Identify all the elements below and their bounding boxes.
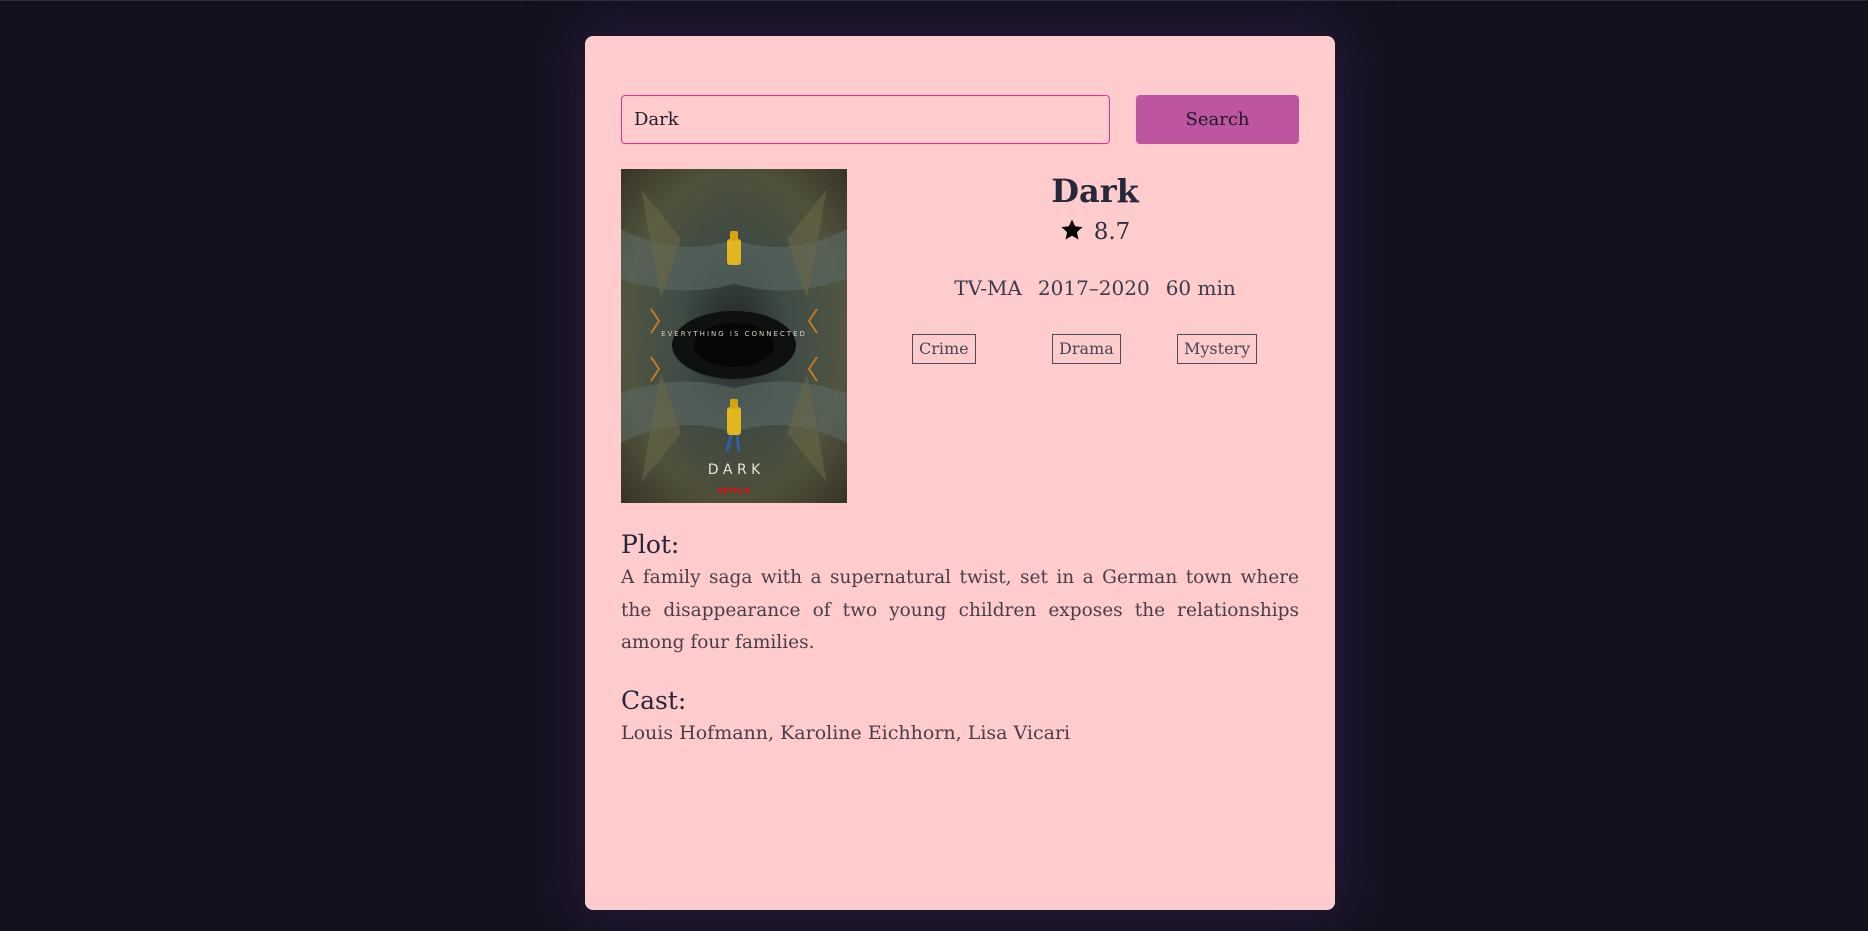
cast-text: Louis Hofmann, Karoline Eichhorn, Lisa V… [621,722,1071,744]
plot-text: A family saga with a supernatural twist,… [621,567,1299,653]
top-border [0,0,1868,1]
svg-text:D A R K: D A R K [708,462,761,478]
show-meta: TV-MA 2017–2020 60 min [885,274,1305,302]
show-info: Dark 8.7 TV-MA 2017–2020 60 min Crime Dram… [885,169,1305,389]
poster-image: EVERYTHING IS CONNECTED D A R K NETFLIX [621,169,847,503]
show-title: Dark [1051,172,1139,210]
genre-tag: Crime [912,334,976,364]
genre-tag: Mystery [1177,334,1258,364]
year-range: 2017–2020 [1037,276,1150,300]
search-button[interactable]: Search [1136,95,1299,144]
genre-tag: Drama [1052,334,1121,364]
movie-card: Search [585,36,1335,910]
cast-heading: Cast: [621,686,687,715]
rating: 8.7 [885,216,1305,248]
svg-text:EVERYTHING IS CONNECTED: EVERYTHING IS CONNECTED [661,330,807,338]
runtime: 60 min [1165,276,1236,300]
star-icon [1061,219,1083,240]
rating-value: 8.7 [1093,219,1131,245]
search-input[interactable] [621,95,1110,144]
content-rating: TV-MA [954,276,1022,300]
plot-heading: Plot: [621,530,680,559]
svg-text:NETFLIX: NETFLIX [718,487,751,495]
